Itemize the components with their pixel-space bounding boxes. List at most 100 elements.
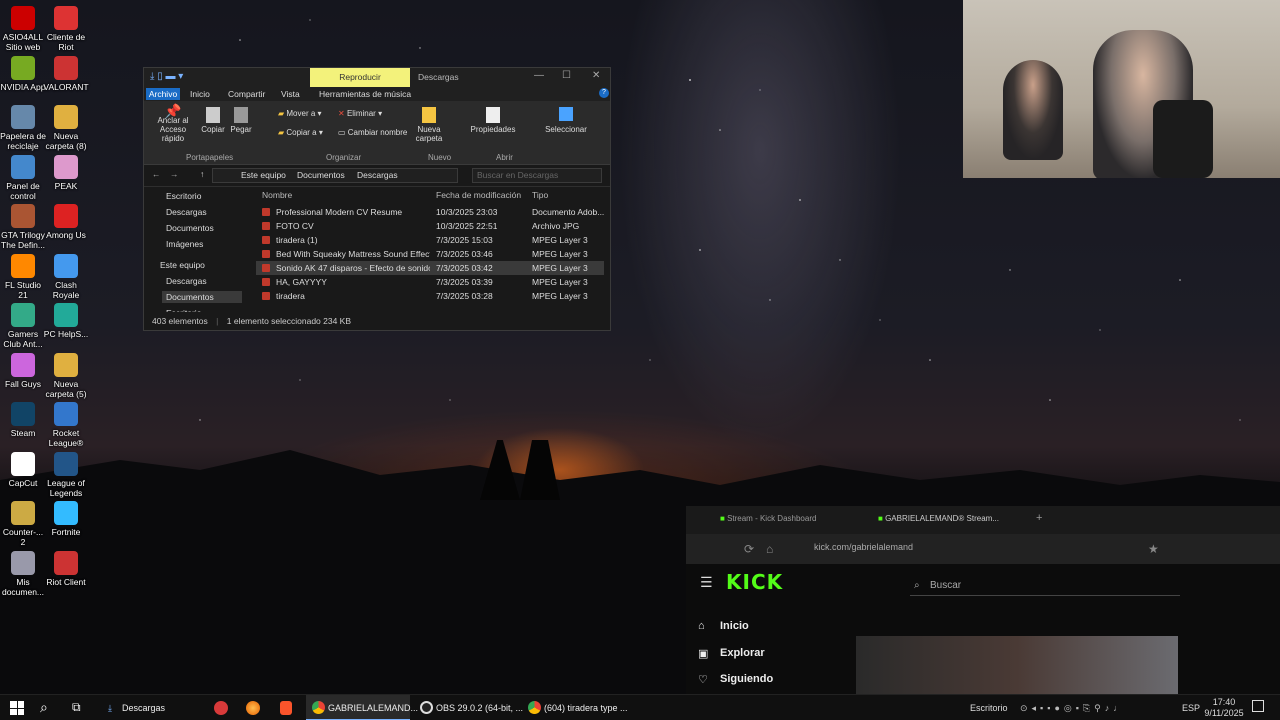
desktop-toolbar-label[interactable]: Escritorio: [970, 695, 1008, 720]
nav-item[interactable]: Descargas: [166, 206, 207, 218]
home-icon[interactable]: ⌂: [766, 542, 773, 556]
delete-button[interactable]: ✕ Eliminar ▾: [338, 109, 382, 118]
desktop-icon[interactable]: Fall Guys: [0, 352, 46, 389]
quick-access-toolbar[interactable]: ⤓ ▯ ▬ ▾: [150, 71, 183, 82]
tab-kick-dashboard[interactable]: ■ Stream - Kick Dashboard: [720, 514, 816, 523]
desktop-icon[interactable]: CapCut: [0, 451, 46, 488]
desktop-icon[interactable]: ASIO4ALL Sitio web: [0, 6, 46, 52]
desktop-icon[interactable]: Rocket League®: [43, 402, 89, 448]
column-nombre[interactable]: Nombre: [262, 188, 292, 202]
nav-item[interactable]: Descargas: [166, 275, 207, 287]
column-fecha[interactable]: Fecha de modificación: [436, 188, 521, 202]
minimize-icon[interactable]: —: [534, 70, 544, 81]
new-folder-button[interactable]: Nueva carpeta: [414, 107, 444, 143]
desktop-icon[interactable]: Panel de control: [0, 154, 46, 201]
pin-quick-access-button[interactable]: 📌 Anclar al Acceso rápido: [148, 104, 198, 143]
desktop-icon[interactable]: Papelera de reciclaje: [0, 105, 46, 151]
desktop-icon[interactable]: NVIDIA App: [0, 55, 46, 92]
desktop-icon[interactable]: PEAK: [43, 154, 89, 191]
notification-icon[interactable]: [1252, 700, 1264, 712]
tray-icons[interactable]: ⊙◂▪▪●◎▪⎘⚲♪♩: [1020, 695, 1126, 720]
desktop-icon[interactable]: Counter-... 2: [0, 501, 46, 547]
file-row[interactable]: HA, GAYYYY 7/3/2025 03:39 MPEG Layer 3: [256, 275, 604, 289]
kick-logo[interactable]: KICK: [726, 570, 783, 594]
taskbar-app-obs[interactable]: OBS 29.0.2 (64-bit, ...: [414, 695, 523, 720]
desktop-icon[interactable]: Riot Client: [43, 550, 89, 587]
menu-icon[interactable]: ☰: [700, 574, 713, 591]
file-row[interactable]: Sonido AK 47 disparos - Efecto de sonido…: [256, 261, 604, 275]
copy-to-button[interactable]: ▰ Copiar a ▾: [278, 128, 323, 137]
file-row[interactable]: FOTO CV 10/3/2025 22:51 Archivo JPG: [256, 219, 604, 233]
desktop-icon[interactable]: Gamers Club Ant...: [0, 303, 46, 349]
desktop-icon[interactable]: Cliente de Riot: [43, 6, 89, 52]
firefox-icon[interactable]: [246, 701, 260, 715]
new-tab-button[interactable]: +: [1036, 512, 1042, 524]
nav-item[interactable]: Este equipo: [160, 259, 205, 271]
desktop-icon[interactable]: Clash Royale: [43, 253, 89, 300]
tab-vista[interactable]: Vista: [281, 88, 300, 100]
reload-icon[interactable]: ⟳: [744, 542, 754, 556]
desktop-icon[interactable]: PC HelpS...: [43, 303, 89, 339]
nav-item[interactable]: Documentos: [162, 291, 242, 303]
desktop-icon[interactable]: Mis documen...: [0, 550, 46, 597]
tab-compartir[interactable]: Compartir: [228, 88, 265, 100]
tab-kick-stream[interactable]: ■ GABRIELALEMAND® Stream...: [878, 514, 999, 523]
tab-inicio[interactable]: Inicio: [190, 88, 210, 100]
rename-button[interactable]: ▭ Cambiar nombre: [338, 128, 407, 137]
browser-window[interactable]: ■ Stream - Kick Dashboard ■ GABRIELALEMA…: [686, 506, 1280, 694]
help-icon[interactable]: ?: [599, 88, 609, 98]
file-row[interactable]: Professional Modern CV Resume 10/3/2025 2…: [256, 205, 604, 219]
taskbar-app-descargas[interactable]: ⤓ Descargas: [104, 695, 196, 720]
url-bar[interactable]: kick.com/gabrielalemand: [814, 542, 913, 552]
nav-item[interactable]: Escritorio: [166, 190, 201, 202]
search-icon[interactable]: ⌕: [40, 699, 48, 716]
breadcrumb-este-equipo[interactable]: Este equipo: [241, 169, 286, 182]
desktop-icon[interactable]: Nueva carpeta (5): [43, 352, 89, 399]
file-row[interactable]: tiradera (1) 7/3/2025 15:03 MPEG Layer 3: [256, 233, 604, 247]
address-bar[interactable]: Este equipo Documentos Descargas: [212, 168, 458, 183]
desktop-icon[interactable]: VALORANT: [43, 55, 89, 92]
windows-start-icon[interactable]: [10, 701, 24, 715]
up-icon[interactable]: ↑: [200, 169, 204, 179]
language-indicator[interactable]: ESP: [1182, 695, 1200, 720]
kick-search-input[interactable]: ⌕ Buscar: [910, 576, 1180, 596]
breadcrumb-descargas[interactable]: Descargas: [357, 169, 398, 182]
task-view-icon[interactable]: ⧉: [72, 700, 81, 715]
clock[interactable]: 17:40 9/11/2025: [1204, 697, 1244, 719]
nav-inicio[interactable]: ⌂ Inicio: [698, 620, 749, 632]
desktop-icon[interactable]: FL Studio 21: [0, 253, 46, 300]
desktop-icon[interactable]: Steam: [0, 402, 46, 438]
copy-button[interactable]: Copiar: [200, 107, 226, 134]
properties-button[interactable]: Propiedades: [470, 107, 516, 134]
tab-herramientas-musica[interactable]: Herramientas de música: [319, 88, 411, 100]
maximize-icon[interactable]: ☐: [562, 70, 571, 81]
nav-siguiendo[interactable]: ♡ Siguiendo: [698, 673, 773, 686]
app-icon-red[interactable]: [214, 701, 228, 715]
desktop-icon[interactable]: League of Legends: [43, 451, 89, 498]
paste-button[interactable]: Pegar: [228, 107, 254, 134]
desktop-icon[interactable]: Nueva carpeta (8): [43, 105, 89, 151]
select-button[interactable]: Seleccionar: [544, 107, 588, 134]
context-tab-reproducir[interactable]: Reproducir: [310, 68, 410, 87]
back-icon[interactable]: ←: [152, 169, 161, 179]
file-row[interactable]: tiradera 7/3/2025 03:28 MPEG Layer 3: [256, 289, 604, 303]
taskbar-app-kick-browser[interactable]: GABRIELALEMAND...: [306, 695, 418, 720]
breadcrumb-documentos[interactable]: Documentos: [297, 169, 345, 182]
desktop-icon[interactable]: Among Us: [43, 204, 89, 240]
forward-icon[interactable]: →: [170, 169, 179, 179]
column-tipo[interactable]: Tipo: [532, 188, 548, 202]
desktop-icon[interactable]: Fortnite: [43, 501, 89, 537]
nav-item[interactable]: Imágenes: [166, 238, 203, 250]
explorer-titlebar[interactable]: ⤓ ▯ ▬ ▾ Reproducir Descargas — ☐ ✕: [144, 68, 610, 87]
close-icon[interactable]: ✕: [592, 70, 600, 81]
desktop-icon[interactable]: GTA Trilogy The Defin...: [0, 204, 46, 250]
move-to-button[interactable]: ▰ Mover a ▾: [278, 109, 322, 118]
file-explorer-window[interactable]: ⤓ ▯ ▬ ▾ Reproducir Descargas — ☐ ✕ Archi…: [143, 67, 611, 331]
file-row[interactable]: Bed With Squeaky Mattress Sound Effect 7/…: [256, 247, 604, 261]
taskbar-app-youtube-chrome[interactable]: (604) tiradera type ...: [522, 695, 628, 720]
stream-preview[interactable]: [856, 636, 1178, 694]
nav-item[interactable]: Documentos: [166, 222, 214, 234]
tab-archivo[interactable]: Archivo: [146, 88, 180, 100]
search-input[interactable]: Buscar en Descargas: [472, 168, 602, 183]
bookmark-icon[interactable]: ★: [1148, 542, 1159, 556]
